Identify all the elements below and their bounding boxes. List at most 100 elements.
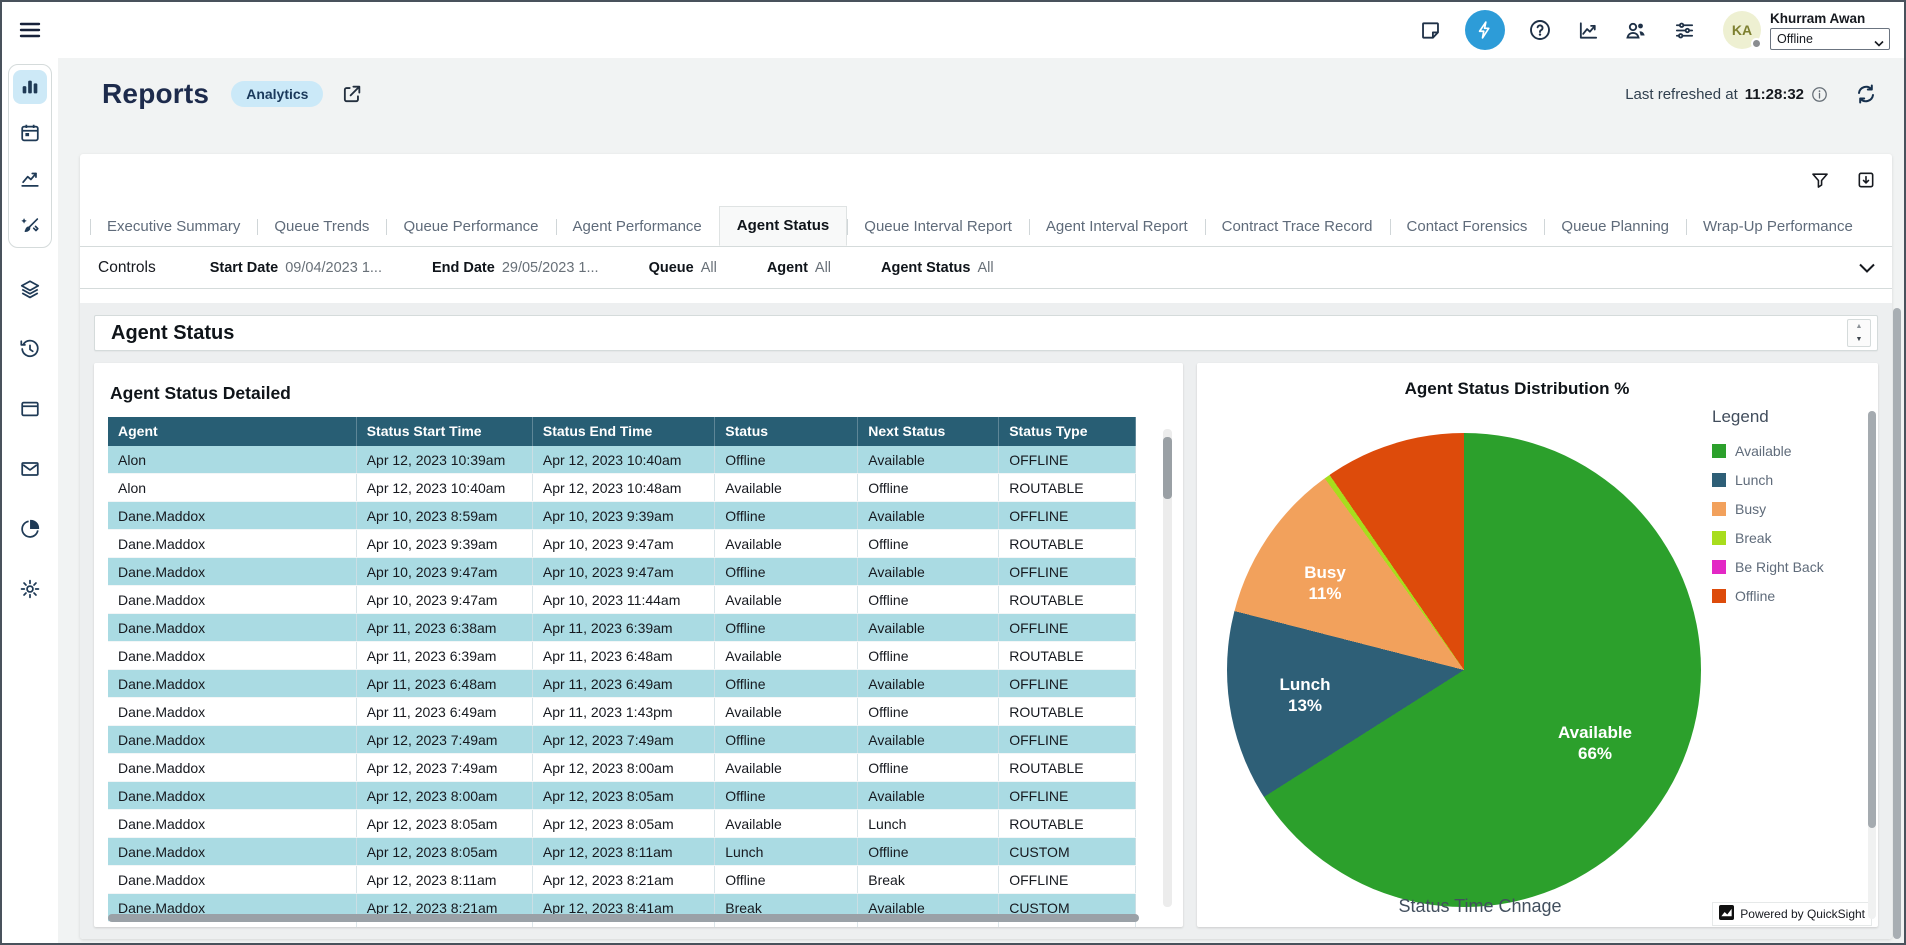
table-cell: Available (858, 502, 999, 529)
column-header-status[interactable]: Status (715, 417, 858, 446)
table-cell: Dane.Maddox (108, 642, 357, 669)
stepper-up-icon[interactable]: ▲ (1848, 320, 1870, 333)
tab-queue-trends[interactable]: Queue Trends (257, 208, 386, 246)
tab-contract-trace-record[interactable]: Contract Trace Record (1205, 208, 1390, 246)
table-row[interactable]: AlonApr 12, 2023 10:40amApr 12, 2023 10:… (108, 474, 1136, 502)
table-horizontal-scrollbar[interactable] (108, 914, 1149, 922)
stepper-down-icon[interactable]: ▼ (1848, 333, 1870, 346)
table-vertical-scrollbar[interactable] (1163, 429, 1172, 907)
control-queue[interactable]: QueueAll (649, 260, 717, 276)
status-dot (1751, 38, 1762, 49)
agent-status-select[interactable]: Offline (1770, 28, 1890, 50)
sidebar-item-mail[interactable] (13, 452, 47, 486)
legend-item-lunch[interactable]: Lunch (1712, 472, 1824, 488)
sidebar (2, 2, 58, 943)
chart-panel-scrollbar[interactable] (1868, 411, 1876, 919)
legend-item-busy[interactable]: Busy (1712, 501, 1824, 517)
pie-chart[interactable]: Available66%Lunch13%Busy11% (1227, 433, 1701, 907)
table-row[interactable]: Dane.MaddoxApr 11, 2023 6:38amApr 11, 20… (108, 614, 1136, 642)
table-row[interactable]: Dane.MaddoxApr 10, 2023 9:47amApr 10, 20… (108, 586, 1136, 614)
legend-swatch (1712, 473, 1726, 487)
flash-icon[interactable] (1465, 10, 1505, 50)
table-row[interactable]: Dane.MaddoxApr 11, 2023 6:48amApr 11, 20… (108, 670, 1136, 698)
legend-item-available[interactable]: Available (1712, 443, 1824, 459)
scrollbar-thumb[interactable] (1163, 437, 1172, 499)
table-cell: Apr 11, 2023 1:43pm (533, 698, 715, 725)
mail-icon (19, 458, 41, 480)
agent-status-detailed-panel: Agent Status Detailed AgentStatus Start … (94, 363, 1183, 927)
legend-item-be-right-back[interactable]: Be Right Back (1712, 559, 1824, 575)
control-agent-status[interactable]: Agent StatusAll (881, 260, 994, 276)
table-row[interactable]: Dane.MaddoxApr 11, 2023 6:49amApr 11, 20… (108, 698, 1136, 726)
tab-agent-performance[interactable]: Agent Performance (556, 208, 719, 246)
column-header-status-end-time[interactable]: Status End Time (533, 417, 715, 446)
sidebar-item-layers[interactable] (13, 272, 47, 306)
table-row[interactable]: Dane.MaddoxApr 10, 2023 9:39amApr 10, 20… (108, 530, 1136, 558)
table-row[interactable]: Dane.MaddoxApr 12, 2023 7:49amApr 12, 20… (108, 754, 1136, 782)
help-icon[interactable] (1527, 17, 1553, 43)
last-refreshed-label: Last refreshed at (1625, 86, 1738, 103)
legend-item-break[interactable]: Break (1712, 530, 1824, 546)
table-row[interactable]: Dane.MaddoxApr 10, 2023 9:47amApr 10, 20… (108, 558, 1136, 586)
column-header-agent[interactable]: Agent (108, 417, 357, 446)
main-vertical-scrollbar[interactable] (1893, 308, 1901, 939)
sidebar-item-reports[interactable] (13, 70, 47, 104)
sidebar-item-settings[interactable] (13, 572, 47, 606)
control-start-date[interactable]: Start Date09/04/2023 1... (210, 260, 382, 276)
control-end-date[interactable]: End Date29/05/2023 1... (432, 260, 599, 276)
table-cell: ROUTABLE (999, 922, 1136, 927)
sidebar-item-analytics[interactable] (13, 162, 47, 196)
scrollbar-thumb[interactable] (108, 914, 1139, 922)
table-cell: Apr 12, 2023 8:05am (533, 782, 715, 809)
table-row[interactable]: AlonApr 12, 2023 10:39amApr 12, 2023 10:… (108, 446, 1136, 474)
table-cell: Dane.Maddox (108, 810, 357, 837)
table-cell: Apr 10, 2023 9:39am (533, 502, 715, 529)
info-icon[interactable] (1811, 86, 1828, 103)
scrollbar-thumb[interactable] (1868, 411, 1876, 828)
control-value: 09/04/2023 1... (285, 260, 382, 276)
metrics-icon[interactable] (1575, 17, 1601, 43)
users-icon[interactable] (1623, 17, 1649, 43)
table-row[interactable]: Dane.MaddoxApr 12, 2023 8:00amApr 12, 20… (108, 782, 1136, 810)
sidebar-item-metrics[interactable] (13, 512, 47, 546)
table-row[interactable]: Dane.MaddoxApr 11, 2023 6:39amApr 11, 20… (108, 642, 1136, 670)
tab-agent-interval-report[interactable]: Agent Interval Report (1029, 208, 1205, 246)
legend-item-offline[interactable]: Offline (1712, 588, 1824, 604)
scrollbar-thumb[interactable] (1893, 308, 1901, 939)
controls-collapse-chevron-icon[interactable] (1858, 262, 1876, 274)
sidebar-item-schedule[interactable] (13, 116, 47, 150)
refresh-icon[interactable] (1854, 82, 1878, 106)
sheet-area: Agent Status ▲ ▼ Agent Status Detailed A… (80, 303, 1892, 939)
tab-agent-status[interactable]: Agent Status (719, 206, 848, 246)
sidebar-item-workspace[interactable] (13, 392, 47, 426)
controls-title: Controls (98, 259, 156, 277)
sliders-icon[interactable] (1671, 17, 1697, 43)
download-icon[interactable] (1856, 170, 1876, 190)
tab-queue-interval-report[interactable]: Queue Interval Report (847, 208, 1029, 246)
hamburger-menu-icon[interactable] (12, 12, 48, 48)
column-header-status-type[interactable]: Status Type (999, 417, 1136, 446)
sidebar-item-history[interactable] (13, 332, 47, 366)
control-value: All (815, 260, 831, 276)
control-agent[interactable]: AgentAll (767, 260, 831, 276)
filter-icon[interactable] (1810, 170, 1830, 190)
column-header-status-start-time[interactable]: Status Start Time (357, 417, 533, 446)
table-row[interactable]: Dane.MaddoxApr 10, 2023 8:59amApr 10, 20… (108, 502, 1136, 530)
sidebar-item-design[interactable] (13, 208, 47, 242)
external-link-icon[interactable] (341, 83, 363, 105)
avatar[interactable]: KA (1723, 11, 1761, 49)
tab-queue-performance[interactable]: Queue Performance (386, 208, 555, 246)
table-row[interactable]: Dane.MaddoxApr 12, 2023 8:05amApr 12, 20… (108, 810, 1136, 838)
control-label: End Date (432, 260, 495, 276)
table-row[interactable]: Dane.MaddoxApr 12, 2023 7:49amApr 12, 20… (108, 726, 1136, 754)
column-header-next-status[interactable]: Next Status (858, 417, 999, 446)
table-row[interactable]: Dane.MaddoxApr 12, 2023 8:41amApr 12, 20… (108, 922, 1136, 927)
table-row[interactable]: Dane.MaddoxApr 12, 2023 8:05amApr 12, 20… (108, 838, 1136, 866)
tab-contact-forensics[interactable]: Contact Forensics (1390, 208, 1545, 246)
notes-icon[interactable] (1417, 17, 1443, 43)
tab-queue-planning[interactable]: Queue Planning (1544, 208, 1686, 246)
tab-executive-summary[interactable]: Executive Summary (90, 208, 257, 246)
tab-wrap-up-performance[interactable]: Wrap-Up Performance (1686, 208, 1870, 246)
table-body: AlonApr 12, 2023 10:39amApr 12, 2023 10:… (108, 446, 1136, 927)
table-row[interactable]: Dane.MaddoxApr 12, 2023 8:11amApr 12, 20… (108, 866, 1136, 894)
